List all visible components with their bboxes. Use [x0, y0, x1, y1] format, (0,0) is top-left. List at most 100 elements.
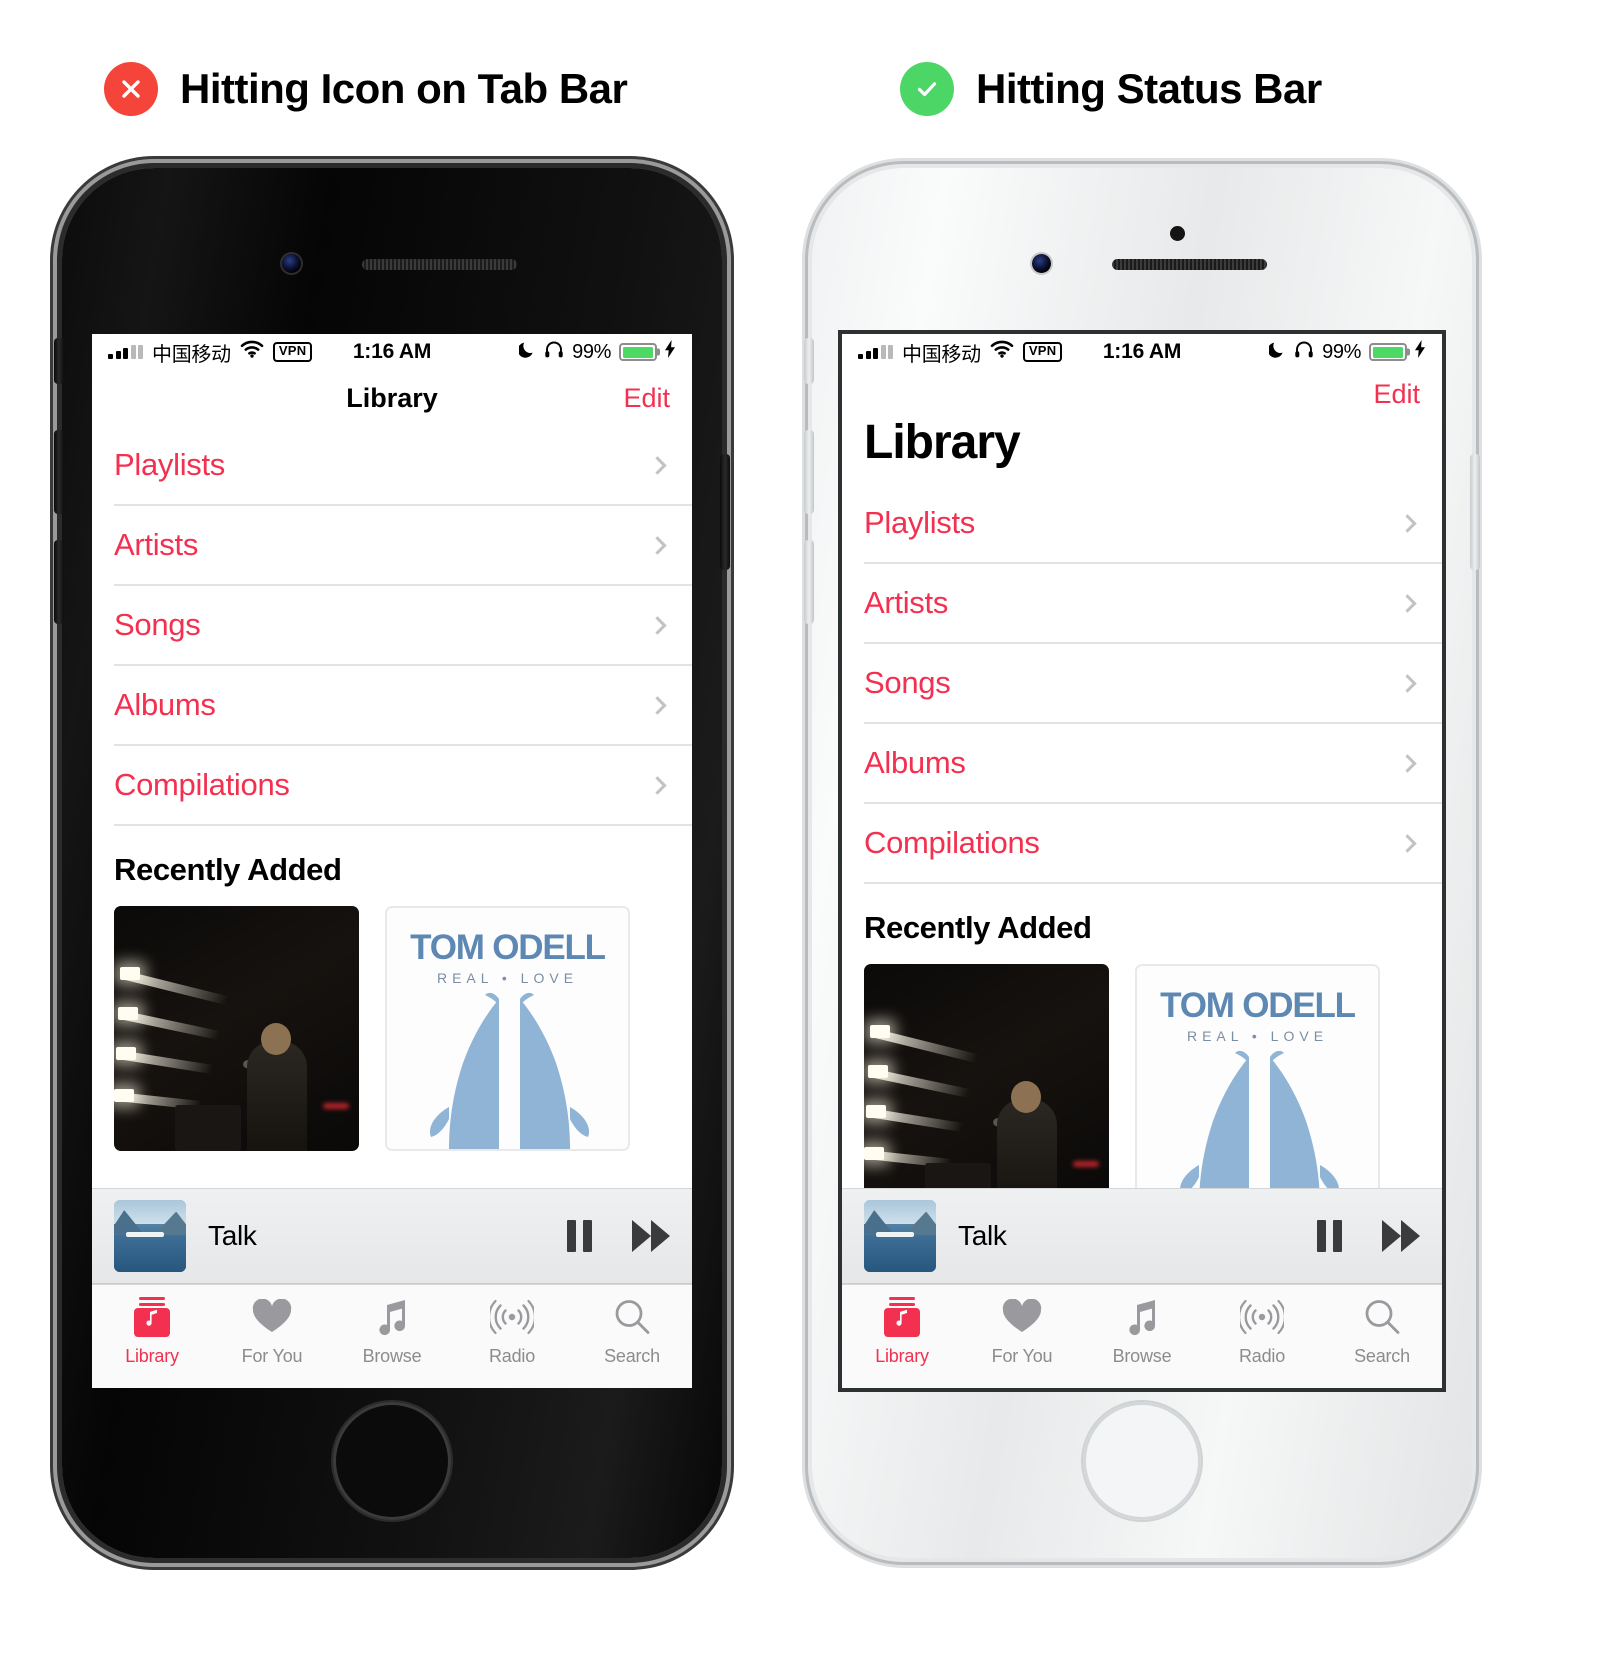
tab-label: For You: [241, 1346, 303, 1366]
phone-screen-right: 中国移动 VPN 1:16 AM 99% Edit Library Playli…: [842, 334, 1442, 1388]
carrier-label: 中国移动: [152, 343, 231, 366]
search-icon: [613, 1295, 651, 1339]
home-button[interactable]: [333, 1402, 451, 1520]
library-list: Playlists Artists Songs Albums Compilati…: [92, 426, 692, 826]
list-item[interactable]: Playlists: [864, 484, 1442, 565]
chevron-right-icon: [1398, 594, 1417, 613]
nav-actions-row: Edit: [864, 370, 1420, 418]
sensor-row: [812, 226, 1472, 274]
status-bar-right: 99%: [431, 340, 676, 364]
album-subtitle-text: REAL • LOVE: [1186, 1028, 1329, 1045]
pause-icon[interactable]: [567, 1220, 592, 1252]
mini-player-artwork: [114, 1200, 186, 1272]
library-icon: [884, 1295, 920, 1339]
status-bar[interactable]: 中国移动 VPN 1:16 AM 99%: [92, 334, 692, 370]
tab-radio[interactable]: Radio: [1202, 1295, 1322, 1367]
moon-icon: [517, 340, 536, 364]
music-note-icon: [1125, 1295, 1159, 1339]
tab-radio[interactable]: Radio: [452, 1295, 572, 1367]
edit-button[interactable]: Edit: [623, 383, 670, 414]
recently-added-row: TOM ODELL REAL • LOVE: [842, 964, 1442, 1210]
chevron-right-icon: [648, 775, 667, 795]
mini-player[interactable]: Talk: [92, 1188, 692, 1284]
page-title: Library: [864, 416, 1021, 469]
list-item[interactable]: Compilations: [114, 746, 692, 826]
pause-icon[interactable]: [1317, 1220, 1342, 1252]
nav-bar-compact: Library Edit: [92, 370, 692, 426]
wifi-icon: [990, 340, 1014, 364]
album-artwork-tom-odell[interactable]: TOM ODELL REAL • LOVE: [385, 906, 630, 1151]
tab-for-you[interactable]: For You: [962, 1295, 1082, 1367]
tab-library[interactable]: Library: [92, 1295, 212, 1367]
fast-forward-icon[interactable]: [632, 1220, 670, 1252]
lightning-bolt-icon: [665, 340, 676, 364]
power-button[interactable]: [720, 454, 730, 570]
fast-forward-icon[interactable]: [1382, 1220, 1420, 1252]
search-icon: [1363, 1295, 1401, 1339]
chevron-right-icon: [1398, 834, 1417, 853]
penguin-illustration: [1179, 1051, 1340, 1208]
check-icon: [900, 62, 954, 116]
home-button[interactable]: [1083, 1402, 1201, 1520]
list-item-label: Songs: [864, 665, 951, 701]
volume-down-button[interactable]: [54, 540, 64, 624]
section-heading: Recently Added: [114, 852, 342, 887]
mini-player-track-title: Talk: [958, 1220, 1007, 1251]
silent-switch[interactable]: [804, 338, 814, 384]
tab-search[interactable]: Search: [1322, 1295, 1442, 1367]
volume-down-button[interactable]: [804, 540, 814, 624]
tab-label: Browse: [362, 1346, 422, 1366]
heart-icon: [1002, 1295, 1042, 1339]
tab-browse[interactable]: Browse: [1082, 1295, 1202, 1367]
list-item[interactable]: Albums: [114, 666, 692, 746]
mini-player-artwork: [864, 1200, 936, 1272]
recently-added-row: TOM ODELL REAL • LOVE: [92, 906, 692, 1151]
list-item[interactable]: Songs: [114, 586, 692, 666]
list-item[interactable]: Artists: [864, 564, 1442, 645]
mini-player-track-title: Talk: [208, 1220, 257, 1251]
tab-label: For You: [991, 1346, 1053, 1366]
list-item[interactable]: Albums: [864, 724, 1442, 805]
moon-icon: [1267, 340, 1286, 364]
chevron-right-icon: [648, 615, 667, 635]
library-icon: [134, 1295, 170, 1339]
panel-caption-pass: Hitting Status Bar: [976, 65, 1322, 112]
tab-label: Radio: [488, 1346, 536, 1366]
silent-switch[interactable]: [54, 338, 64, 384]
mini-player-controls: [1317, 1220, 1420, 1252]
front-camera-icon: [1032, 254, 1051, 273]
list-item[interactable]: Compilations: [864, 804, 1442, 885]
library-list: Playlists Artists Songs Albums Compilati…: [842, 484, 1442, 885]
chevron-right-icon: [648, 535, 667, 555]
tab-search[interactable]: Search: [572, 1295, 692, 1367]
album-artwork-concert[interactable]: [114, 906, 359, 1151]
lightning-bolt-icon: [1415, 340, 1426, 364]
tab-browse[interactable]: Browse: [332, 1295, 452, 1367]
status-bar[interactable]: 中国移动 VPN 1:16 AM 99%: [842, 334, 1442, 370]
radio-waves-icon: [490, 1295, 534, 1339]
mini-player[interactable]: Talk: [842, 1188, 1442, 1284]
album-artwork-tom-odell[interactable]: TOM ODELL REAL • LOVE: [1135, 964, 1380, 1210]
tab-for-you[interactable]: For You: [212, 1295, 332, 1367]
edit-button[interactable]: Edit: [1373, 379, 1420, 410]
volume-up-button[interactable]: [804, 430, 814, 514]
tab-label: Library: [875, 1346, 929, 1366]
list-item-label: Artists: [864, 585, 949, 621]
chevron-right-icon: [648, 455, 667, 475]
battery-percent-label: 99%: [1322, 340, 1362, 363]
battery-icon: [619, 343, 658, 361]
power-button[interactable]: [1470, 454, 1480, 570]
list-item[interactable]: Playlists: [114, 426, 692, 506]
album-artwork-concert[interactable]: [864, 964, 1109, 1210]
mini-player-controls: [567, 1220, 670, 1252]
volume-up-button[interactable]: [54, 430, 64, 514]
tab-label: Search: [604, 1346, 660, 1366]
panel-caption-fail: Hitting Icon on Tab Bar: [180, 65, 628, 112]
chevron-right-icon: [1398, 754, 1417, 773]
list-item[interactable]: Artists: [114, 506, 692, 586]
sensor-row: [62, 254, 722, 274]
list-item[interactable]: Songs: [864, 644, 1442, 725]
tab-library[interactable]: Library: [842, 1295, 962, 1367]
radio-waves-icon: [1240, 1295, 1284, 1339]
list-item-label: Albums: [114, 687, 216, 722]
